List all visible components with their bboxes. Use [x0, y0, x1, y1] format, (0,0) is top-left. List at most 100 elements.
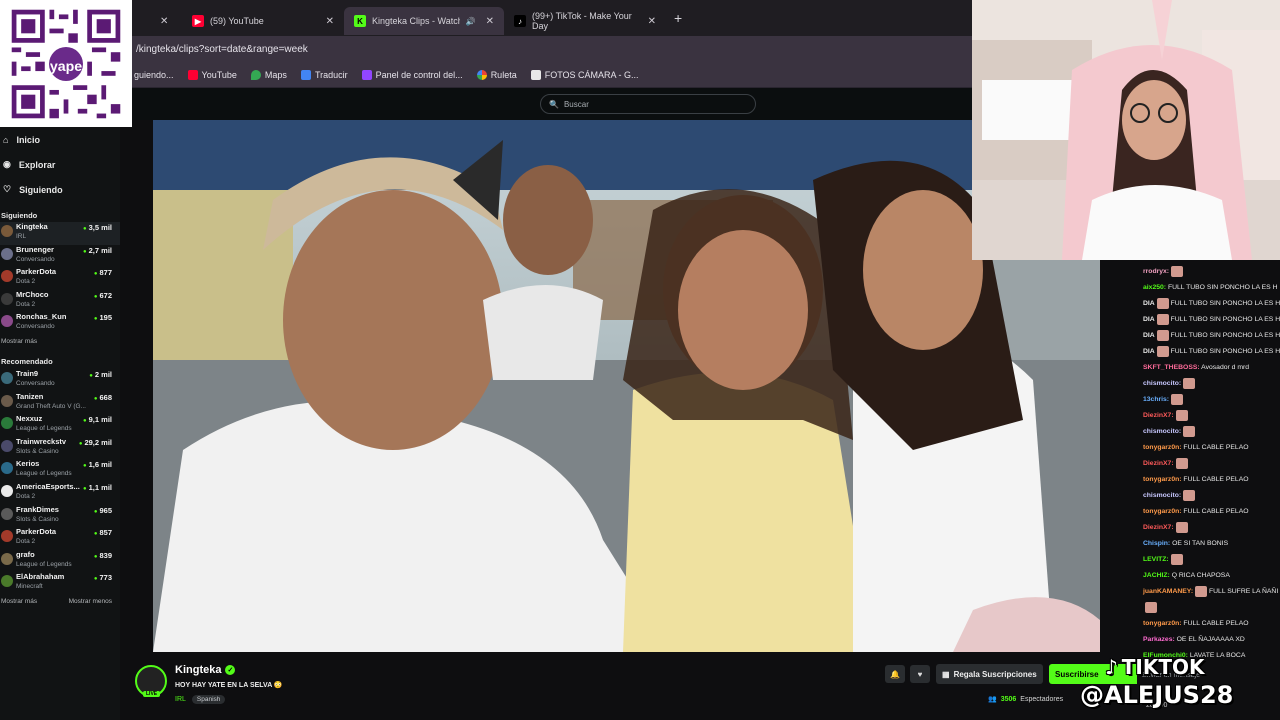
channel-row[interactable]: TrainwreckstvSlots & Casino29,2 mil [0, 437, 120, 460]
show-more-recommended[interactable]: Mostrar más [1, 598, 37, 605]
chat-text: FULL SUFRE LA ÑAÑI [1208, 588, 1279, 595]
chat-username[interactable]: DIA [1143, 316, 1155, 323]
chat-username[interactable]: DiezinX7: [1143, 460, 1174, 467]
bookmark-maps[interactable]: Maps [250, 69, 287, 80]
channel-row[interactable]: AmericaEsports...Dota 21,1 mil [0, 482, 120, 505]
channel-row[interactable]: KeriosLeague of Legends1,6 mil [0, 459, 120, 482]
channel-category: Conversando [16, 379, 55, 387]
chat-message: DiezinX7: [1137, 520, 1280, 536]
channel-row[interactable]: NexxuzLeague of Legends9,1 mil [0, 414, 120, 437]
chat-username[interactable]: chismocito: [1143, 380, 1181, 387]
channel-category: Dota 2 [16, 278, 36, 286]
notification-bell-button[interactable]: 🔔 [885, 665, 905, 683]
following-heading: Siguiendo [1, 210, 38, 220]
browser-tab-youtube[interactable]: ▶ (59) YouTube ✕ [182, 7, 344, 35]
tab-close-icon[interactable]: ✕ [486, 16, 494, 27]
emote-icon [1175, 521, 1188, 533]
channel-category: League of Legends [16, 425, 72, 433]
chat-message: tonygarz0n: FULL CABLE PELAO [1137, 504, 1280, 520]
browser-tab-bar: ✕ ▶ (59) YouTube ✕ K Kingteka Clips - Wa… [132, 0, 972, 36]
channel-viewers: 965 [94, 506, 112, 515]
search-input[interactable]: 🔍 Buscar [540, 94, 756, 114]
channel-category: Dota 2 [16, 300, 36, 308]
browser-tab-kick[interactable]: K Kingteka Clips - Watch Live 🔊 ✕ [344, 7, 504, 35]
channel-row[interactable]: ElAbrahahamMinecraft773 [0, 572, 120, 595]
chat-username[interactable]: chismocito: [1143, 492, 1181, 499]
chat-username[interactable]: DIA [1143, 300, 1155, 307]
channel-row[interactable]: Ronchas_KunConversando195 [0, 312, 120, 335]
chat-username[interactable]: tonygarz0n: [1143, 620, 1182, 627]
channel-row[interactable]: grafoLeague of Legends839 [0, 550, 120, 573]
bookmark-fotos[interactable]: FOTOS CÁMARA - G... [530, 69, 639, 80]
gift-subs-button[interactable]: ▦ Regala Suscripciones [936, 664, 1043, 684]
chat-username[interactable]: JACHIZ: [1143, 572, 1170, 579]
chat-username[interactable]: tonygarz0n: [1143, 444, 1182, 451]
follow-heart-button[interactable]: ♥ [910, 665, 930, 683]
show-more-following[interactable]: Mostrar más [0, 335, 120, 349]
address-bar[interactable]: /kingteka/clips?sort=date&range=week [132, 36, 972, 62]
channel-row[interactable]: Train9Conversando2 mil [0, 369, 120, 392]
yape-qr-code: yape [0, 0, 132, 127]
emote-icon [1156, 345, 1169, 357]
chat-username[interactable]: 13chris: [1143, 396, 1169, 403]
bookmark-traducir[interactable]: Traducir [300, 69, 348, 80]
browser-tab-blank[interactable]: ✕ [132, 7, 182, 35]
streamer-name[interactable]: Kingteka [175, 664, 221, 676]
bookmark-youtube[interactable]: YouTube [187, 69, 237, 80]
browser-tab-tiktok[interactable]: ♪ (99+) TikTok - Make Your Day ✕ [504, 7, 666, 35]
chat-message: DiezinX7: [1137, 456, 1280, 472]
chat-message-list[interactable]: rrodryx: aix250: FULL TUBO SIN PONCHO LA… [1137, 260, 1280, 664]
chat-username[interactable]: LEVITZ: [1143, 556, 1169, 563]
show-less-recommended[interactable]: Mostrar menos [69, 598, 112, 605]
language-tag[interactable]: Spanish [191, 695, 226, 704]
chat-text: FULL TUBO SIN PONCHO LA ES H [1170, 332, 1280, 339]
sidebar-nav-inicio[interactable]: ⌂ Inicio [0, 127, 120, 152]
channel-row[interactable]: KingtekaIRL3,5 mil [0, 222, 120, 245]
chat-username[interactable]: tonygarz0n: [1143, 508, 1182, 515]
tab-close-icon[interactable]: ✕ [326, 16, 334, 27]
channel-category: Conversando [16, 255, 55, 263]
sidebar-nav-explorar[interactable]: ◉ Explorar [0, 152, 120, 177]
channel-avatar [1, 394, 13, 407]
chat-text: FULL CABLE PELAO [1183, 476, 1249, 483]
chat-username[interactable]: DIA [1143, 332, 1155, 339]
chat-username[interactable]: chismocito: [1143, 428, 1181, 435]
chat-username[interactable]: DIA [1143, 348, 1155, 355]
tab-close-icon[interactable]: ✕ [160, 16, 168, 27]
chat-username[interactable]: Chispin: [1143, 540, 1170, 547]
bookmark-panel[interactable]: Panel de control del... [361, 69, 463, 80]
stream-category[interactable]: IRL [175, 696, 186, 703]
chat-panel: rrodryx: aix250: FULL TUBO SIN PONCHO LA… [1137, 260, 1280, 720]
chat-username[interactable]: aix250: [1143, 284, 1166, 291]
speaker-icon[interactable]: 🔊 [466, 17, 476, 26]
chat-message: aix250: FULL TUBO SIN PONCHO LA ES H [1137, 280, 1280, 296]
chat-username[interactable]: rrodryx: [1143, 268, 1169, 275]
emote-icon [1195, 585, 1208, 597]
streamer-name-row: Kingteka ✓ [175, 664, 236, 676]
tab-close-icon[interactable]: ✕ [648, 16, 656, 27]
sidebar-nav-siguiendo[interactable]: ♡ Siguiendo [0, 177, 120, 202]
chat-message: DIA FULL TUBO SIN PONCHO LA ES H [1137, 312, 1280, 328]
chat-username[interactable]: juanKAMANEY: [1143, 588, 1193, 595]
channel-row[interactable]: ParkerDotaDota 2877 [0, 267, 120, 290]
chat-username[interactable]: tonygarz0n: [1143, 476, 1182, 483]
channel-row[interactable]: TanizenGrand Theft Auto V (G...668 [0, 392, 120, 415]
channel-row[interactable]: ParkerDotaDota 2857 [0, 527, 120, 550]
chat-message: chismocito: [1137, 424, 1280, 440]
channel-avatar [1, 484, 13, 497]
channel-viewers: 2,7 mil [83, 246, 112, 255]
bookmark-ruleta[interactable]: Ruleta [476, 69, 517, 80]
chat-text: FULL TUBO SIN PONCHO LA ES H [1167, 284, 1278, 291]
bookmark-siguiendo[interactable]: guiendo... [134, 70, 174, 80]
new-tab-button[interactable]: + [674, 10, 682, 26]
chat-username[interactable]: DiezinX7: [1143, 412, 1174, 419]
channel-row[interactable]: BrunengerConversando2,7 mil [0, 245, 120, 268]
channel-row[interactable]: MrChocoDota 2672 [0, 290, 120, 313]
chat-username[interactable]: Parkazes: [1143, 636, 1175, 643]
bell-icon: 🔔 [890, 669, 900, 679]
chat-username[interactable]: SKFT_THEBOSS: [1143, 364, 1200, 371]
chat-message: LEVITZ: [1137, 552, 1280, 568]
chat-username[interactable]: DiezinX7: [1143, 524, 1174, 531]
video-player[interactable] [153, 120, 1100, 652]
channel-row[interactable]: FrankDimesSlots & Casino965 [0, 505, 120, 528]
